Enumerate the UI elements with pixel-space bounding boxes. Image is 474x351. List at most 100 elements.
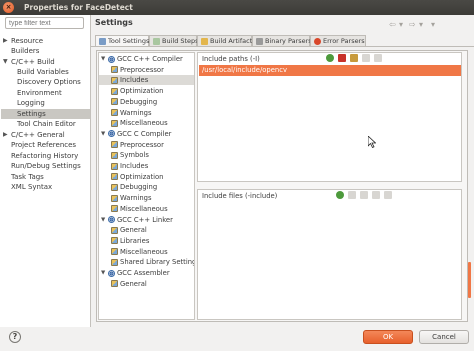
tool-node-label: GCC C++ Linker <box>117 215 173 224</box>
nav-item-label: Task Tags <box>11 173 44 181</box>
tool-node-label: General <box>120 226 147 235</box>
nav-item[interactable]: ▶ C/C++ General <box>3 130 65 140</box>
option-icon <box>111 76 118 84</box>
nav-item[interactable]: ▶ Resource <box>3 36 44 46</box>
tool-node-label: Libraries <box>120 236 150 245</box>
include-path-row[interactable]: /usr/local/include/opencv <box>199 65 461 76</box>
tool-node-label: Miscellaneous <box>120 247 168 256</box>
tool-settings-icon <box>99 38 106 45</box>
expanded-arrow-icon[interactable]: ▼ <box>101 268 105 278</box>
expanded-arrow-icon[interactable]: ▼ <box>3 57 8 67</box>
nav-item[interactable]: Project References <box>11 140 76 150</box>
nav-item[interactable]: Discovery Options <box>17 77 81 87</box>
delete-icon[interactable] <box>348 191 356 199</box>
delete-icon[interactable] <box>338 54 346 62</box>
nav-item[interactable]: Tool Chain Editor <box>17 119 76 129</box>
tab-separator <box>91 46 474 47</box>
nav-item[interactable]: Settings <box>1 109 90 119</box>
move-down-icon[interactable] <box>374 54 382 62</box>
nav-item[interactable]: Refactoring History <box>11 151 78 161</box>
collapsed-arrow-icon[interactable]: ▶ <box>3 36 8 46</box>
nav-item-label: Build Variables <box>17 68 69 76</box>
back-menu-icon[interactable]: ▾ <box>399 20 403 29</box>
pane-divider[interactable] <box>90 15 91 327</box>
back-icon[interactable]: ⇦ <box>389 20 396 29</box>
nav-item-label: Settings <box>17 110 46 118</box>
add-icon[interactable] <box>326 54 334 62</box>
nav-item[interactable]: Task Tags <box>11 172 44 182</box>
option-icon <box>111 226 118 234</box>
tool-node-label: GCC C++ Compiler <box>117 55 183 63</box>
nav-item[interactable]: Logging <box>17 98 45 108</box>
option-icon <box>111 119 118 127</box>
nav-item-label: C/C++ Build <box>11 58 55 66</box>
edit-icon[interactable] <box>360 191 368 199</box>
filter-input[interactable] <box>5 17 84 29</box>
expanded-arrow-icon[interactable]: ▼ <box>101 215 105 225</box>
tool-node-label: Symbols <box>120 151 149 160</box>
tool-node-label: Debugging <box>120 97 158 106</box>
move-down-icon[interactable] <box>384 191 392 199</box>
tab-label: Build Steps <box>162 37 199 45</box>
edit-icon[interactable] <box>350 54 358 62</box>
nav-item-label: XML Syntax <box>11 183 53 191</box>
tool-option-node[interactable]: Includes <box>99 75 194 86</box>
move-up-icon[interactable] <box>372 191 380 199</box>
collapsed-arrow-icon[interactable]: ▶ <box>3 130 8 140</box>
scrollbar[interactable] <box>468 262 471 298</box>
nav-item-label: C/C++ General <box>11 131 65 139</box>
tool-node-label: Optimization <box>120 172 164 181</box>
expanded-arrow-icon[interactable]: ▼ <box>101 129 105 139</box>
add-icon[interactable] <box>336 191 344 199</box>
tool-node-label: Warnings <box>120 194 152 203</box>
option-icon <box>111 194 118 202</box>
include-paths-panel: Include paths (-I) /usr/local/include/op… <box>197 52 462 182</box>
option-icon <box>111 141 118 149</box>
forward-icon[interactable]: ⇨ <box>409 20 416 29</box>
option-icon <box>111 248 118 256</box>
gear-icon <box>108 130 115 138</box>
help-icon[interactable]: ? <box>9 331 21 343</box>
option-icon <box>111 183 118 191</box>
tool-node-label: Miscellaneous <box>120 204 168 213</box>
tab-label: Error Parsers <box>323 37 365 45</box>
nav-item-label: Run/Debug Settings <box>11 162 81 170</box>
mouse-cursor-icon <box>368 136 376 148</box>
option-icon <box>111 237 118 245</box>
tool-node-label: General <box>120 279 147 288</box>
close-icon[interactable]: × <box>3 2 14 13</box>
option-icon <box>111 280 118 288</box>
include-files-label: Include files (-include) <box>202 192 278 200</box>
nav-item[interactable]: Run/Debug Settings <box>11 161 81 171</box>
page-header: Settings ⇦ ▾ ⇨ ▾ ▾ <box>91 15 474 33</box>
gear-icon <box>108 269 115 277</box>
nav-item[interactable]: XML Syntax <box>11 182 52 192</box>
nav-item[interactable]: Build Variables <box>17 67 69 77</box>
nav-item-label: Environment <box>17 89 62 97</box>
nav-item-label: Builders <box>11 47 40 55</box>
include-files-panel: Include files (-include) <box>197 189 462 320</box>
nav-item[interactable]: Environment <box>17 88 62 98</box>
tab-label: Build Artifact <box>210 37 253 45</box>
tool-node-label: Optimization <box>120 87 164 96</box>
dialog-footer: ? OK Cancel <box>0 327 474 351</box>
option-icon <box>111 109 118 116</box>
nav-item[interactable]: ▼ C/C++ Build <box>3 57 55 67</box>
tool-node-label: Preprocessor <box>120 65 164 74</box>
title-bar: × Properties for FaceDetect <box>0 0 474 15</box>
tool-node-label: GCC C Compiler <box>117 129 172 138</box>
option-icon <box>111 87 118 95</box>
cancel-button[interactable]: Cancel <box>419 330 469 344</box>
nav-item-label: Tool Chain Editor <box>17 120 76 128</box>
option-icon <box>111 173 118 181</box>
move-up-icon[interactable] <box>362 54 370 62</box>
nav-item-label: Resource <box>11 37 44 45</box>
expanded-arrow-icon[interactable]: ▼ <box>101 54 105 64</box>
option-icon <box>111 205 118 213</box>
forward-menu-icon[interactable]: ▾ <box>419 20 423 29</box>
view-menu-icon[interactable]: ▾ <box>431 20 435 29</box>
nav-item[interactable]: Builders <box>11 46 39 56</box>
tool-node-label: Miscellaneous <box>120 119 168 128</box>
window-title: Properties for FaceDetect <box>24 3 133 12</box>
ok-button[interactable]: OK <box>363 330 413 344</box>
